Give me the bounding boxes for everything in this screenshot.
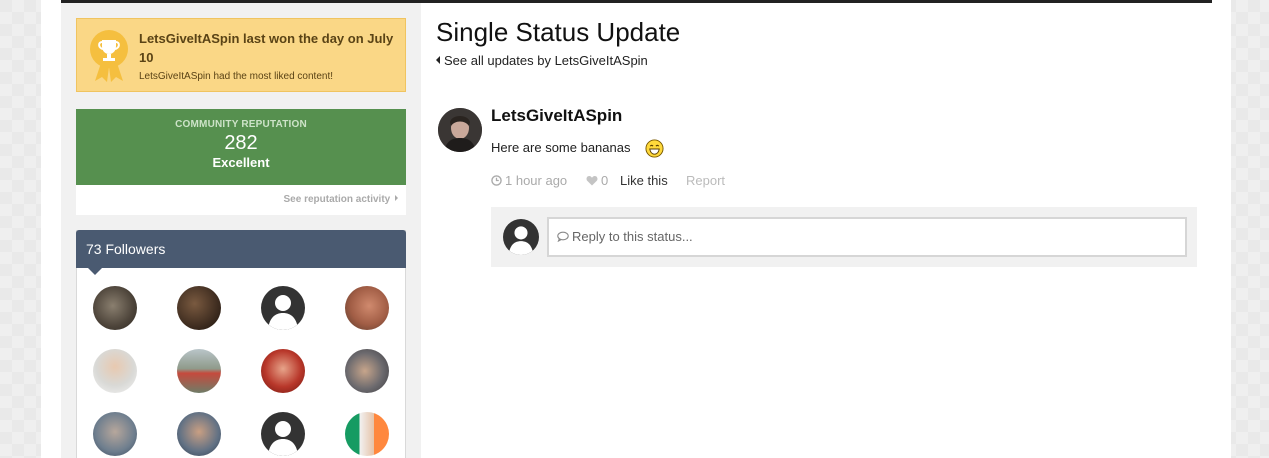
follower-avatar[interactable] — [177, 349, 221, 393]
see-all-updates-link[interactable]: See all updates by LetsGiveItASpin — [436, 53, 648, 68]
trophy-icon — [90, 30, 128, 82]
follower-avatar[interactable] — [93, 412, 137, 456]
follower-avatar[interactable] — [345, 349, 389, 393]
reply-area: Reply to this status... — [491, 207, 1197, 267]
winner-title: LetsGiveItASpin last won the day on July… — [139, 31, 394, 65]
follower-avatar[interactable] — [345, 286, 389, 330]
day-winner-box: LetsGiveItASpin last won the day on July… — [76, 18, 406, 92]
see-all-updates-label: See all updates by LetsGiveItASpin — [444, 53, 648, 68]
reputation-activity-link[interactable]: See reputation activity — [284, 194, 398, 205]
post-time-label: 1 hour ago — [505, 173, 568, 188]
caret-left-icon — [436, 56, 440, 64]
winner-subtitle: LetsGiveItASpin had the most liked conte… — [139, 71, 333, 82]
follower-avatar[interactable] — [261, 349, 305, 393]
reputation-value: 282 — [224, 132, 258, 154]
comment-icon — [557, 231, 569, 242]
user-placeholder-icon — [508, 226, 534, 255]
follower-avatar[interactable] — [177, 286, 221, 330]
author-avatar[interactable] — [438, 108, 482, 152]
follower-avatar[interactable] — [345, 412, 389, 456]
like-this-button[interactable]: Like this — [620, 173, 668, 188]
like-count: 0 — [586, 173, 608, 188]
reply-placeholder: Reply to this status... — [572, 229, 693, 244]
user-placeholder-icon — [268, 421, 298, 456]
reply-input[interactable]: Reply to this status... — [547, 217, 1187, 257]
user-placeholder-icon — [268, 295, 298, 330]
follower-avatar[interactable] — [261, 286, 305, 330]
post-body: Here are some bananas — [491, 140, 631, 155]
reputation-label: COMMUNITY REPUTATION — [175, 119, 307, 130]
current-user-avatar — [503, 219, 539, 255]
post-timestamp[interactable]: 1 hour ago — [491, 173, 567, 188]
followers-header: 73 Followers — [76, 230, 406, 275]
post-author[interactable]: LetsGiveItASpin — [491, 106, 622, 126]
page-title: Single Status Update — [436, 17, 681, 47]
follower-avatar[interactable] — [93, 349, 137, 393]
caret-right-icon — [395, 195, 398, 201]
reputation-widget: COMMUNITY REPUTATION 282 Excellent See r… — [76, 109, 406, 215]
report-link[interactable]: Report — [686, 173, 725, 188]
follower-avatar[interactable] — [177, 412, 221, 456]
reputation-activity-label: See reputation activity — [283, 194, 391, 205]
heart-icon — [586, 176, 598, 186]
reputation-box: COMMUNITY REPUTATION 282 Excellent — [76, 109, 406, 185]
reputation-level: Excellent — [212, 155, 270, 170]
author-photo — [438, 108, 482, 152]
clock-icon — [491, 175, 502, 186]
follower-avatar[interactable] — [93, 286, 137, 330]
follower-avatar[interactable] — [261, 412, 305, 456]
laughing-emoji-icon — [645, 139, 664, 158]
like-count-value: 0 — [601, 173, 609, 188]
